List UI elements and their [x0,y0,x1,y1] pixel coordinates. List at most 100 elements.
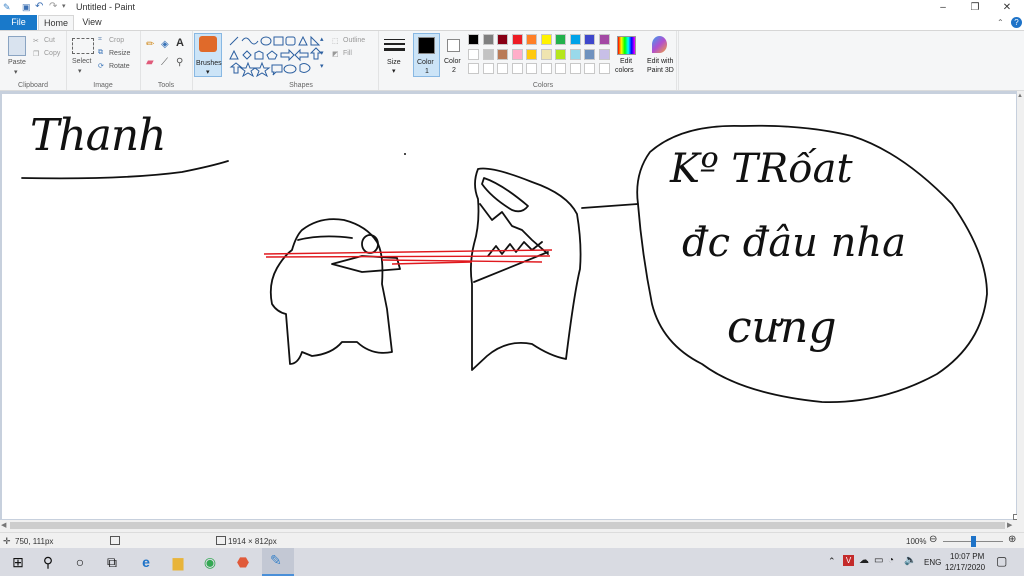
laser-beam [263,249,553,265]
edge-browser-icon[interactable]: e [136,552,156,572]
paint-app-icon[interactable]: ✎ [3,2,11,13]
scroll-left-icon[interactable]: ◀ [1,521,6,529]
paint-taskbar-button[interactable]: ✎ [262,548,294,576]
rotate-icon: ⟳ [98,63,104,70]
select-button[interactable]: Select [72,58,91,65]
laser-line-2 [265,255,551,258]
bubble-text-line3: cưng [727,302,837,353]
image-size-icon [216,536,226,545]
eraser-icon[interactable]: ▰ [146,57,154,68]
resize-button[interactable]: Resize [109,50,130,57]
outline-button[interactable]: Outline [343,37,365,44]
help-icon[interactable]: ? [1011,17,1022,28]
clock-time[interactable]: 10:07 PM [950,552,984,561]
zoom-slider-thumb[interactable] [971,536,976,547]
search-icon[interactable]: ⚲ [38,552,58,572]
quick-access-dropdown-icon[interactable]: ▾ [62,2,66,10]
vertical-scrollbar[interactable]: ▲ [1017,91,1024,521]
close-button[interactable]: ✕ [992,0,1022,15]
app-icon[interactable]: ⬣ [233,552,253,572]
text-tool-icon[interactable]: A [176,37,184,49]
antivirus-icon[interactable]: V [843,555,854,566]
show-hidden-icons[interactable]: ⌃ [828,556,836,567]
task-view-icon[interactable]: ⧉ [102,552,122,572]
image-group: Select ▾ ⌗ Crop ⧉ Resize ⟳ Rotate Image [66,31,141,90]
scroll-right-icon[interactable]: ▶ [1007,521,1012,529]
tab-file[interactable]: File [0,15,37,30]
title-bar: ✎ ▣ ↶ ↷ ▾ Untitled - Paint – ❐ ✕ [0,0,1024,15]
file-explorer-icon[interactable]: ▆ [168,552,188,572]
edit-colors-label-2: colors [615,67,634,74]
clock-date[interactable]: 12/17/2020 [945,563,985,572]
size-line-thick [384,48,405,51]
redo-icon[interactable]: ↷ [49,1,57,12]
impostor-teeth [487,241,543,257]
copy-button[interactable]: Copy [44,50,60,57]
crewmate-visor-top [297,235,353,241]
crop-button[interactable]: Crop [109,37,124,44]
save-icon[interactable]: ▣ [22,2,31,13]
laser-line-4 [391,261,473,265]
colors-label: Colors [532,82,554,89]
onedrive-icon[interactable]: ☁ [859,555,869,566]
chrome-icon[interactable]: ◉ [200,552,220,572]
scroll-up-icon[interactable]: ▲ [1017,93,1023,99]
undo-icon[interactable]: ↶ [35,1,43,12]
edit-colors-button[interactable]: Edit colors [614,33,640,77]
shapes-more-icon[interactable]: ▾ [320,62,324,70]
shapes-scroll-up-icon[interactable]: ▴ [320,35,324,43]
select-dropdown-icon[interactable]: ▾ [78,67,82,75]
paste-icon[interactable] [8,36,26,56]
collapse-ribbon-icon[interactable]: ⌃ [997,18,1004,27]
paint3d-button[interactable]: Edit with [647,58,673,65]
paste-dropdown-icon[interactable]: ▾ [14,68,18,76]
image-label: Image [93,82,113,89]
color-picker-icon[interactable]: ⟋ [161,57,168,68]
start-windows-icon[interactable]: ⊞ [8,552,28,572]
horizontal-scroll-thumb[interactable] [10,522,1005,529]
horizontal-scrollbar[interactable]: ◀ ▶ [0,520,1017,532]
taskbar: ⊞ ⚲ ○ ⧉ e ▆ ◉ ⬣ ✎ ⌃ V ☁ ▭ ◔ 🔈 ENG 10:07 … [0,548,1024,576]
window-title: Untitled - Paint [76,2,136,12]
maximize-button[interactable]: ❐ [960,0,990,15]
zoom-in-icon[interactable]: ⊕ [1008,534,1016,545]
drawing-canvas[interactable]: Thanh Kº TRốat đc đâu nha cưng [2,94,1016,519]
shapes-gallery[interactable] [228,35,328,77]
clipboard-label: Clipboard [18,82,48,89]
paste-button[interactable]: Paste [8,59,26,66]
fill-button[interactable]: Fill [343,50,352,57]
select-icon[interactable] [72,38,94,54]
tab-home[interactable]: Home [38,15,74,30]
volume-icon[interactable]: 🔈 [904,555,916,566]
notification-icon[interactable]: ▢ [996,554,1007,568]
ribbon-tab-row: File Home View ⌃ ? [0,15,1024,31]
outline-icon: ⬚ [332,38,339,45]
image-dimensions: 1914 × 812px [228,537,277,546]
cut-button[interactable]: Cut [44,37,55,44]
zoom-out-icon[interactable]: ⊖ [929,534,937,545]
magnifier-icon[interactable]: ⚲ [176,57,183,68]
cortana-icon[interactable]: ○ [70,552,90,572]
size-button[interactable]: Size ▾ [380,33,410,77]
brushes-button[interactable]: Brushes ▾ [194,33,222,77]
minimize-button[interactable]: – [928,0,958,15]
fill-bucket-icon[interactable]: ◈ [161,39,169,50]
crop-icon: ⌗ [98,36,102,43]
tab-view[interactable]: View [78,15,106,30]
cut-icon: ✂ [33,38,39,45]
paint3d-button-line2: Paint 3D [647,67,674,74]
status-bar: ✛ 750, 111px 1914 × 812px 100% ⊖ ⊕ [0,532,1024,549]
bubble-text-line1: Kº TRốat [670,146,853,192]
network-icon[interactable]: ◔ [888,555,894,566]
crewmate-eye [361,234,379,254]
brushes-icon [199,36,217,52]
rotate-button[interactable]: Rotate [109,63,130,70]
shapes-scroll-down-icon[interactable]: ▾ [320,49,324,57]
language-indicator[interactable]: ENG [924,558,941,567]
tools-label: Tools [157,82,175,89]
ink-dot [404,153,406,155]
battery-icon[interactable]: ▭ [874,555,883,566]
pencil-icon[interactable]: ✏ [146,39,154,50]
resize-icon: ⧉ [98,49,103,56]
paint3d-icon[interactable] [652,36,667,53]
